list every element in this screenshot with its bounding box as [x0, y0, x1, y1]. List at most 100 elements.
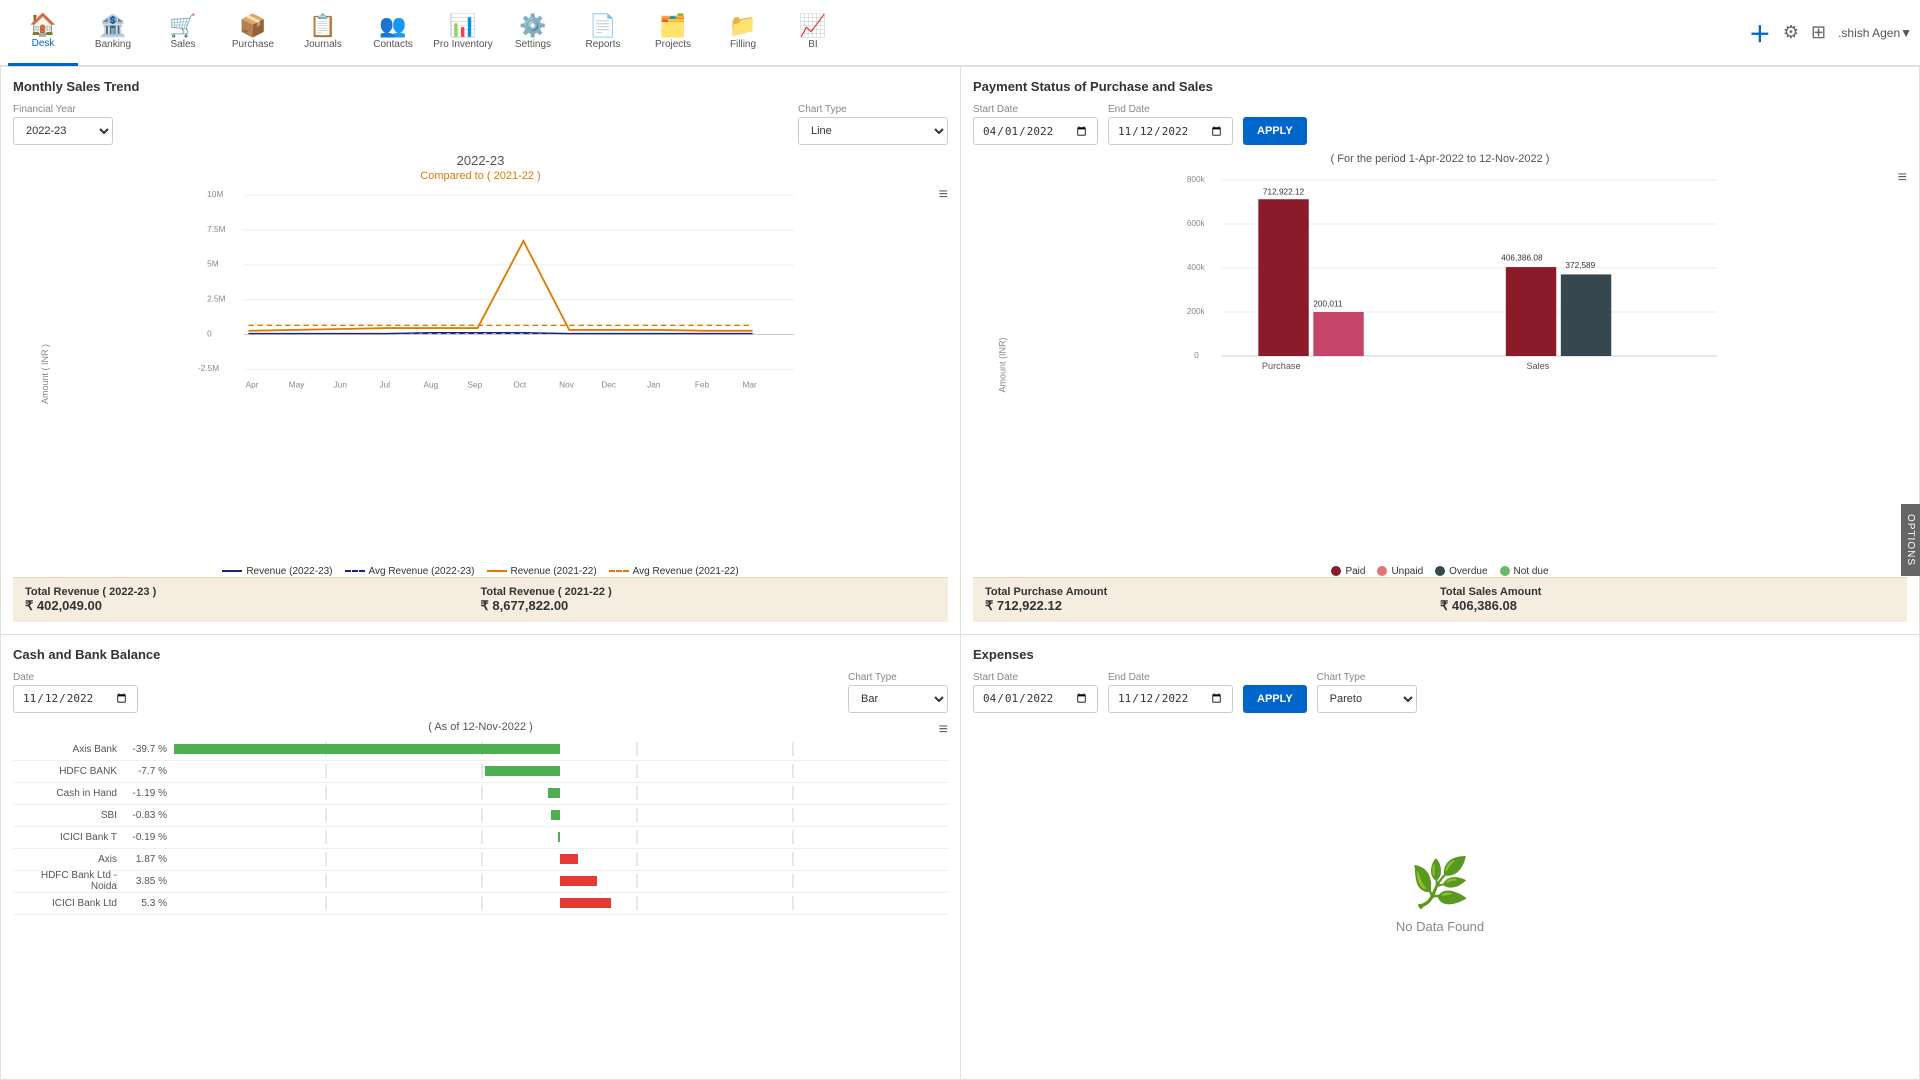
nav-label-bi: BI [808, 39, 817, 50]
cb-as-of-text: ( As of 12-Nov-2022 ) [428, 721, 533, 733]
cb-chart-type-select[interactable]: Bar [848, 685, 948, 713]
sales-menu-icon[interactable]: ≡ [939, 186, 948, 204]
exp-end-date-label: End Date [1108, 672, 1233, 683]
bank-bar-area [171, 786, 948, 800]
bank-row: SBI-0.83 % [13, 805, 948, 827]
exp-apply-button[interactable]: APPLY [1243, 685, 1307, 713]
settings-button[interactable]: ⚙ [1783, 22, 1799, 43]
options-tab[interactable]: OPTIONS [1901, 504, 1920, 576]
total-revenue-2122-label: Total Revenue ( 2021-22 ) [481, 586, 937, 598]
bank-bar [548, 788, 560, 798]
cb-date-group: Date [13, 672, 138, 713]
nav-item-pro-inventory[interactable]: 📊 Pro Inventory [428, 0, 498, 66]
expenses-no-data: 🌿 No Data Found [973, 721, 1907, 1068]
nav-label-journals: Journals [304, 39, 342, 50]
add-button[interactable]: ＋ [1749, 17, 1771, 49]
svg-text:Aug: Aug [424, 381, 439, 390]
ps-menu-icon[interactable]: ≡ [1898, 169, 1907, 187]
financial-year-group: Financial Year 2022-23 [13, 104, 113, 145]
bank-row: Cash in Hand-1.19 % [13, 783, 948, 805]
expenses-title: Expenses [973, 647, 1907, 662]
monthly-sales-title: Monthly Sales Trend [13, 79, 948, 94]
ps-period-note: ( For the period 1-Apr-2022 to 12-Nov-20… [973, 153, 1907, 165]
legend-avg-2223: Avg Revenue (2022-23) [345, 566, 475, 577]
payment-status-footer: Total Purchase Amount ₹ 712,922.12 Total… [973, 577, 1907, 622]
nav-label-banking: Banking [95, 39, 131, 50]
ps-y-axis-label: Amount (INR) [998, 338, 1008, 393]
legend-revenue-2223: Revenue (2022-23) [222, 566, 332, 577]
nav-item-contacts[interactable]: 👥 Contacts [358, 0, 428, 66]
legend-unpaid: Unpaid [1377, 566, 1423, 577]
svg-text:200k: 200k [1187, 307, 1206, 316]
top-nav: 🏠 Desk 🏦 Banking 🛒 Sales 📦 Purchase 📋 Jo… [0, 0, 1920, 66]
cb-menu-icon[interactable]: ≡ [939, 721, 948, 739]
nav-item-bi[interactable]: 📈 BI [778, 0, 848, 66]
cb-date-input[interactable] [13, 685, 138, 713]
bank-row: Axis Bank-39.7 % [13, 739, 948, 761]
no-data-text: No Data Found [1396, 919, 1484, 934]
bank-row-label: Axis [13, 854, 123, 865]
svg-text:May: May [289, 381, 305, 390]
filling-icon: 📁 [729, 15, 756, 37]
total-sales-value: ₹ 406,386.08 [1440, 598, 1895, 614]
nav-item-projects[interactable]: 🗂️ Projects [638, 0, 708, 66]
bank-bar-area [171, 852, 948, 866]
total-revenue-2122-block: Total Revenue ( 2021-22 ) ₹ 8,677,822.00 [481, 586, 937, 614]
total-purchase-label: Total Purchase Amount [985, 586, 1440, 598]
bank-bar [174, 744, 560, 754]
ps-end-date-input[interactable] [1108, 117, 1233, 145]
nav-item-reports[interactable]: 📄 Reports [568, 0, 638, 66]
nav-item-banking[interactable]: 🏦 Banking [78, 0, 148, 66]
svg-text:Jul: Jul [380, 381, 391, 390]
svg-text:Jun: Jun [334, 381, 348, 390]
chart-type-group: Chart Type Line Bar [798, 104, 948, 145]
bank-row-pct: -39.7 % [123, 744, 171, 755]
svg-text:Feb: Feb [695, 381, 710, 390]
banking-icon: 🏦 [99, 15, 126, 37]
nav-label-sales: Sales [170, 39, 195, 50]
nav-item-sales[interactable]: 🛒 Sales [148, 0, 218, 66]
ps-apply-button[interactable]: APPLY [1243, 117, 1307, 145]
svg-text:-2.5M: -2.5M [198, 364, 219, 373]
bank-chart-area: Axis Bank-39.7 %HDFC BANK-7.7 %Cash in H… [13, 739, 948, 1068]
monthly-sales-footer: Total Revenue ( 2022-23 ) ₹ 402,049.00 T… [13, 577, 948, 622]
legend-avg-2122: Avg Revenue (2021-22) [609, 566, 739, 577]
nav-item-desk[interactable]: 🏠 Desk [8, 0, 78, 66]
nav-item-purchase[interactable]: 📦 Purchase [218, 0, 288, 66]
bank-bar [485, 766, 560, 776]
total-revenue-2223-block: Total Revenue ( 2022-23 ) ₹ 402,049.00 [25, 586, 481, 614]
ps-start-date-input[interactable] [973, 117, 1098, 145]
nav-item-filling[interactable]: 📁 Filling [708, 0, 778, 66]
bank-row-pct: -1.19 % [123, 788, 171, 799]
nav-label-contacts: Contacts [373, 39, 412, 50]
financial-year-label: Financial Year [13, 104, 113, 115]
svg-text:0: 0 [1194, 351, 1199, 360]
bank-row: HDFC BANK-7.7 % [13, 761, 948, 783]
bank-bar-area [171, 830, 948, 844]
exp-end-date-input[interactable] [1108, 685, 1233, 713]
bi-icon: 📈 [799, 15, 826, 37]
user-menu[interactable]: .shish Agen▼ [1838, 26, 1912, 40]
exp-chart-type-select[interactable]: Pareto [1317, 685, 1417, 713]
sales-chart-subtitle: Compared to ( 2021-22 ) [13, 170, 948, 182]
bank-bar [558, 832, 560, 842]
ps-start-date-label: Start Date [973, 104, 1098, 115]
grid-button[interactable]: ⊞ [1811, 22, 1826, 43]
svg-text:Sales: Sales [1526, 361, 1549, 371]
monthly-sales-controls: Financial Year 2022-23 Chart Type Line B… [13, 104, 948, 145]
reports-icon: 📄 [589, 15, 616, 37]
chart-type-select[interactable]: Line Bar [798, 117, 948, 145]
total-revenue-2223-label: Total Revenue ( 2022-23 ) [25, 586, 481, 598]
bank-bar-area [171, 764, 948, 778]
exp-start-date-input[interactable] [973, 685, 1098, 713]
desk-icon: 🏠 [29, 14, 56, 36]
sales-chart-area: ≡ Amount ( INR ) 10M 7.5M 5M 2.5M 0 -2.5… [13, 186, 948, 562]
financial-year-select[interactable]: 2022-23 [13, 117, 113, 145]
bank-bar [560, 854, 578, 864]
nav-item-journals[interactable]: 📋 Journals [288, 0, 358, 66]
exp-start-date-group: Start Date [973, 672, 1098, 713]
sales-y-axis-label: Amount ( INR ) [40, 344, 50, 404]
nav-item-settings[interactable]: ⚙️ Settings [498, 0, 568, 66]
bank-row: ICICI Bank Ltd5.3 % [13, 893, 948, 915]
ps-start-date-group: Start Date [973, 104, 1098, 145]
